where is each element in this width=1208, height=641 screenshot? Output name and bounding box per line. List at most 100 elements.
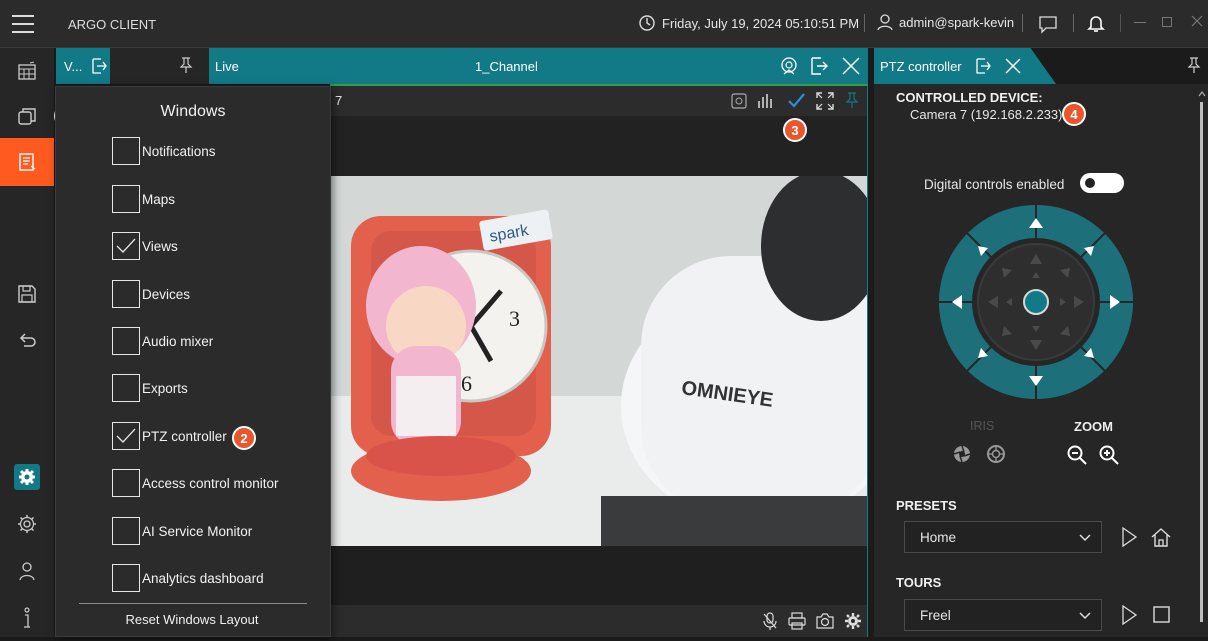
menu-item-access-control-monitor[interactable]: Access control monitor: [112, 468, 279, 498]
popout-icon[interactable]: [809, 56, 829, 76]
menu-item-audio-mixer[interactable]: Audio mixer: [112, 326, 213, 356]
tour-selected-value: Freel: [920, 607, 951, 623]
title-bar: ARGO CLIENT Friday, July 19, 2024 05:10:…: [0, 0, 1208, 48]
live-tab-label: Live: [215, 59, 239, 74]
pin-icon[interactable]: [845, 91, 859, 109]
checkbox[interactable]: [112, 280, 140, 308]
ptz-control-icon[interactable]: [779, 56, 799, 76]
iris-close-icon[interactable]: [986, 444, 1006, 464]
live-video-panel: 7 1 3 6 spark: [330, 84, 868, 637]
rail-dashboard-icon[interactable]: [0, 48, 54, 94]
divider: [1022, 14, 1023, 32]
stats-icon[interactable]: [757, 93, 775, 109]
rail-settings-active-icon[interactable]: [0, 454, 54, 500]
rail-user-icon[interactable]: [0, 548, 54, 594]
hamburger-menu-icon[interactable]: [10, 12, 40, 36]
step-badge-4: 4: [1062, 102, 1086, 126]
pin-icon[interactable]: [178, 56, 194, 74]
menu-item-views[interactable]: Views: [112, 231, 178, 261]
rail-save-icon[interactable]: [0, 271, 54, 317]
checkbox[interactable]: [112, 564, 140, 592]
presets-label: PRESETS: [896, 498, 957, 513]
svg-text:3: 3: [509, 306, 520, 331]
rail-info-icon[interactable]: [0, 595, 54, 641]
camera-number: 7: [335, 93, 343, 108]
menu-item-maps[interactable]: Maps: [112, 184, 175, 214]
check-icon[interactable]: [786, 91, 806, 109]
username: admin@spark-kevin: [899, 14, 1015, 30]
checkbox[interactable]: [112, 327, 140, 355]
checkbox[interactable]: [112, 185, 140, 213]
svg-text:6: 6: [461, 371, 472, 396]
clock: Friday, July 19, 2024 05:10:51 PM: [638, 14, 859, 32]
play-preset-icon[interactable]: [1120, 526, 1138, 548]
close-tab-icon[interactable]: [1004, 57, 1022, 75]
ptz-scrollbar[interactable]: [1198, 90, 1206, 630]
menu-item-analytics-dashboard[interactable]: Analytics dashboard: [112, 563, 264, 593]
rail-windows-icon[interactable]: [0, 93, 54, 139]
live-tab[interactable]: Live 1_Channel: [209, 48, 868, 84]
step-badge-3: 3: [783, 118, 807, 142]
zoom-out-icon[interactable]: [1066, 444, 1088, 466]
snapshot-camera-icon[interactable]: [815, 612, 835, 630]
digital-controls-toggle[interactable]: [1080, 173, 1124, 193]
popout-icon[interactable]: [90, 57, 108, 75]
tours-dropdown[interactable]: Freel: [904, 599, 1102, 631]
menu-item-ai-service-monitor[interactable]: AI Service Monitor: [112, 516, 252, 546]
video-letterbox: [331, 546, 867, 605]
chevron-down-icon: [1079, 534, 1091, 542]
presets-dropdown[interactable]: Home: [904, 521, 1102, 553]
divider: [1120, 14, 1121, 32]
maximize-icon[interactable]: [1162, 17, 1172, 27]
rail-reports-icon[interactable]: [0, 138, 54, 186]
zoom-label: ZOOM: [1074, 419, 1113, 434]
checkbox[interactable]: [112, 517, 140, 545]
microphone-icon[interactable]: [762, 612, 778, 630]
checkbox-checked[interactable]: [112, 232, 140, 260]
checkbox[interactable]: [112, 137, 140, 165]
close-window-icon[interactable]: [1190, 14, 1204, 28]
menu-item-ptz-controller[interactable]: PTZ controller: [112, 421, 227, 451]
menu-item-notifications[interactable]: Notifications: [112, 136, 216, 166]
user-menu[interactable]: admin@spark-kevin: [876, 13, 1014, 31]
views-tab-label: V...: [64, 59, 83, 74]
menu-item-exports[interactable]: Exports: [112, 373, 188, 403]
bell-icon[interactable]: [1086, 13, 1106, 33]
divider: [864, 14, 865, 32]
camera-feed-image: 1 3 6 spark OMNIEYE: [331, 176, 867, 546]
close-tab-icon[interactable]: [841, 56, 861, 76]
user-icon: [877, 14, 893, 31]
popout-icon[interactable]: [974, 57, 992, 75]
zoom-in-icon[interactable]: [1098, 444, 1120, 466]
ptz-tab[interactable]: PTZ controller: [874, 48, 1056, 84]
iris-label: IRIS: [970, 419, 995, 433]
video-bottom-toolbar: [331, 605, 867, 637]
scroll-up-icon[interactable]: [1198, 90, 1206, 98]
reset-windows-layout-button[interactable]: Reset Windows Layout: [55, 612, 329, 627]
checkbox-checked[interactable]: [112, 422, 140, 450]
camera-toolbar: 7: [331, 86, 867, 116]
print-icon[interactable]: [788, 612, 806, 630]
settings-gear-icon[interactable]: [844, 612, 862, 630]
home-icon[interactable]: [1150, 526, 1172, 548]
pin-icon[interactable]: [1186, 56, 1202, 74]
checkbox[interactable]: [112, 374, 140, 402]
play-tour-icon[interactable]: [1120, 604, 1138, 626]
ptz-joystick[interactable]: [938, 204, 1134, 400]
digital-controls-label: Digital controls enabled: [924, 177, 1065, 192]
minimize-icon[interactable]: [1134, 22, 1146, 23]
record-icon[interactable]: [731, 93, 747, 109]
datetime-text: Friday, July 19, 2024 05:10:51 PM: [662, 15, 860, 31]
divider: [1073, 14, 1074, 32]
checkbox[interactable]: [112, 469, 140, 497]
stop-tour-icon[interactable]: [1152, 605, 1172, 625]
iris-open-icon[interactable]: [952, 444, 972, 464]
rail-gear-icon[interactable]: [0, 501, 54, 547]
views-tab-gap: [110, 48, 209, 84]
menu-item-devices[interactable]: Devices: [112, 279, 190, 309]
chat-icon[interactable]: [1037, 13, 1059, 35]
rail-undo-icon[interactable]: [0, 318, 54, 364]
fullscreen-icon[interactable]: [815, 91, 835, 111]
windows-menu: Windows: [55, 86, 331, 637]
clock-icon: [639, 15, 655, 31]
